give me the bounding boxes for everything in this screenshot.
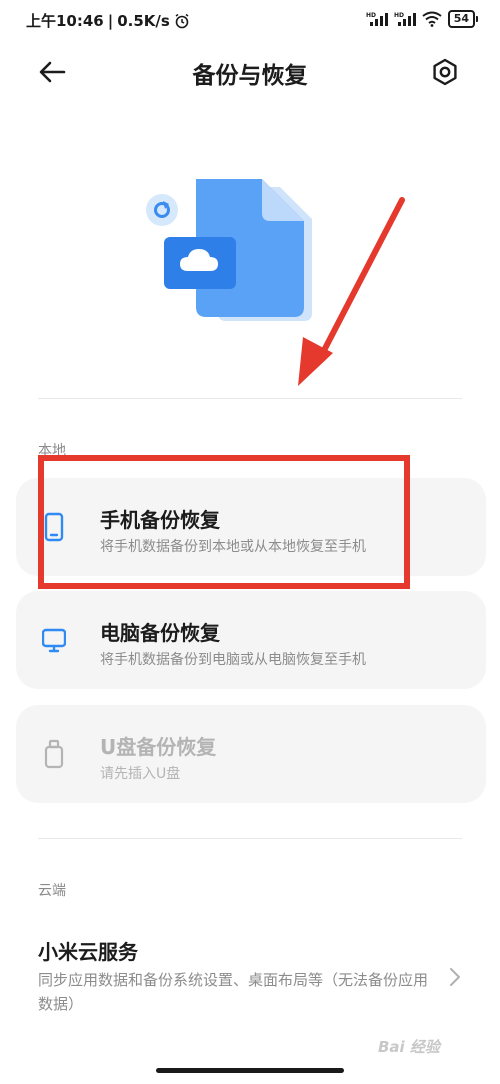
signal-hd-2-icon: HD bbox=[394, 12, 416, 26]
phone-backup-subtitle: 将手机数据备份到本地或从本地恢复至手机 bbox=[100, 539, 366, 555]
settings-hexagon-icon bbox=[433, 58, 457, 86]
computer-backup-card[interactable]: 电脑备份恢复 将手机数据备份到电脑或从电脑恢复至手机 bbox=[16, 591, 486, 689]
phone-backup-title: 手机备份恢复 bbox=[100, 508, 220, 532]
usb-backup-title: U盘备份恢复 bbox=[100, 735, 217, 759]
signal-hd-1-icon: HD bbox=[366, 12, 388, 26]
chevron-right-icon bbox=[450, 968, 460, 986]
watermark: Bai 经验 bbox=[378, 1038, 440, 1056]
section-label-cloud: 云端 bbox=[38, 883, 66, 899]
svg-text:HD: HD bbox=[394, 12, 404, 19]
mi-cloud-title: 小米云服务 bbox=[38, 940, 138, 964]
page-title: 备份与恢复 bbox=[192, 63, 308, 89]
usb-drive-icon bbox=[44, 739, 64, 769]
battery-level: 54 bbox=[447, 10, 475, 28]
battery-indicator: 54 bbox=[447, 10, 478, 28]
phone-icon bbox=[44, 512, 64, 542]
usb-backup-subtitle: 请先插入U盘 bbox=[100, 766, 181, 782]
divider bbox=[38, 398, 462, 399]
status-speed: 0.5K/s bbox=[117, 11, 170, 30]
wifi-icon bbox=[422, 11, 442, 27]
status-left: 上午10:46 | 0.5K/s bbox=[26, 10, 190, 31]
svg-text:HD: HD bbox=[366, 12, 376, 19]
top-bar: 备份与恢复 bbox=[0, 48, 500, 96]
status-right: HD HD 54 bbox=[366, 10, 478, 28]
divider bbox=[38, 838, 462, 839]
computer-backup-title: 电脑备份恢复 bbox=[100, 621, 220, 645]
computer-backup-subtitle: 将手机数据备份到电脑或从电脑恢复至手机 bbox=[100, 652, 366, 668]
settings-button[interactable] bbox=[430, 57, 460, 87]
alarm-icon bbox=[175, 13, 189, 28]
mi-cloud-row[interactable]: 小米云服务 同步应用数据和备份系统设置、桌面布局等（无法备份应用数据） bbox=[0, 920, 500, 1030]
home-indicator[interactable] bbox=[156, 1068, 344, 1073]
status-time: 上午10:46 bbox=[26, 12, 104, 30]
backup-illustration bbox=[146, 179, 312, 321]
monitor-icon bbox=[42, 628, 66, 653]
phone-backup-card[interactable]: 手机备份恢复 将手机数据备份到本地或从本地恢复至手机 bbox=[16, 478, 486, 576]
status-bar: 上午10:46 | 0.5K/s HD HD 54 bbox=[0, 0, 500, 40]
usb-backup-card[interactable]: U盘备份恢复 请先插入U盘 bbox=[16, 705, 486, 803]
section-label-local: 本地 bbox=[38, 443, 66, 459]
mi-cloud-subtitle: 同步应用数据和备份系统设置、桌面布局等（无法备份应用数据） bbox=[38, 971, 429, 1013]
